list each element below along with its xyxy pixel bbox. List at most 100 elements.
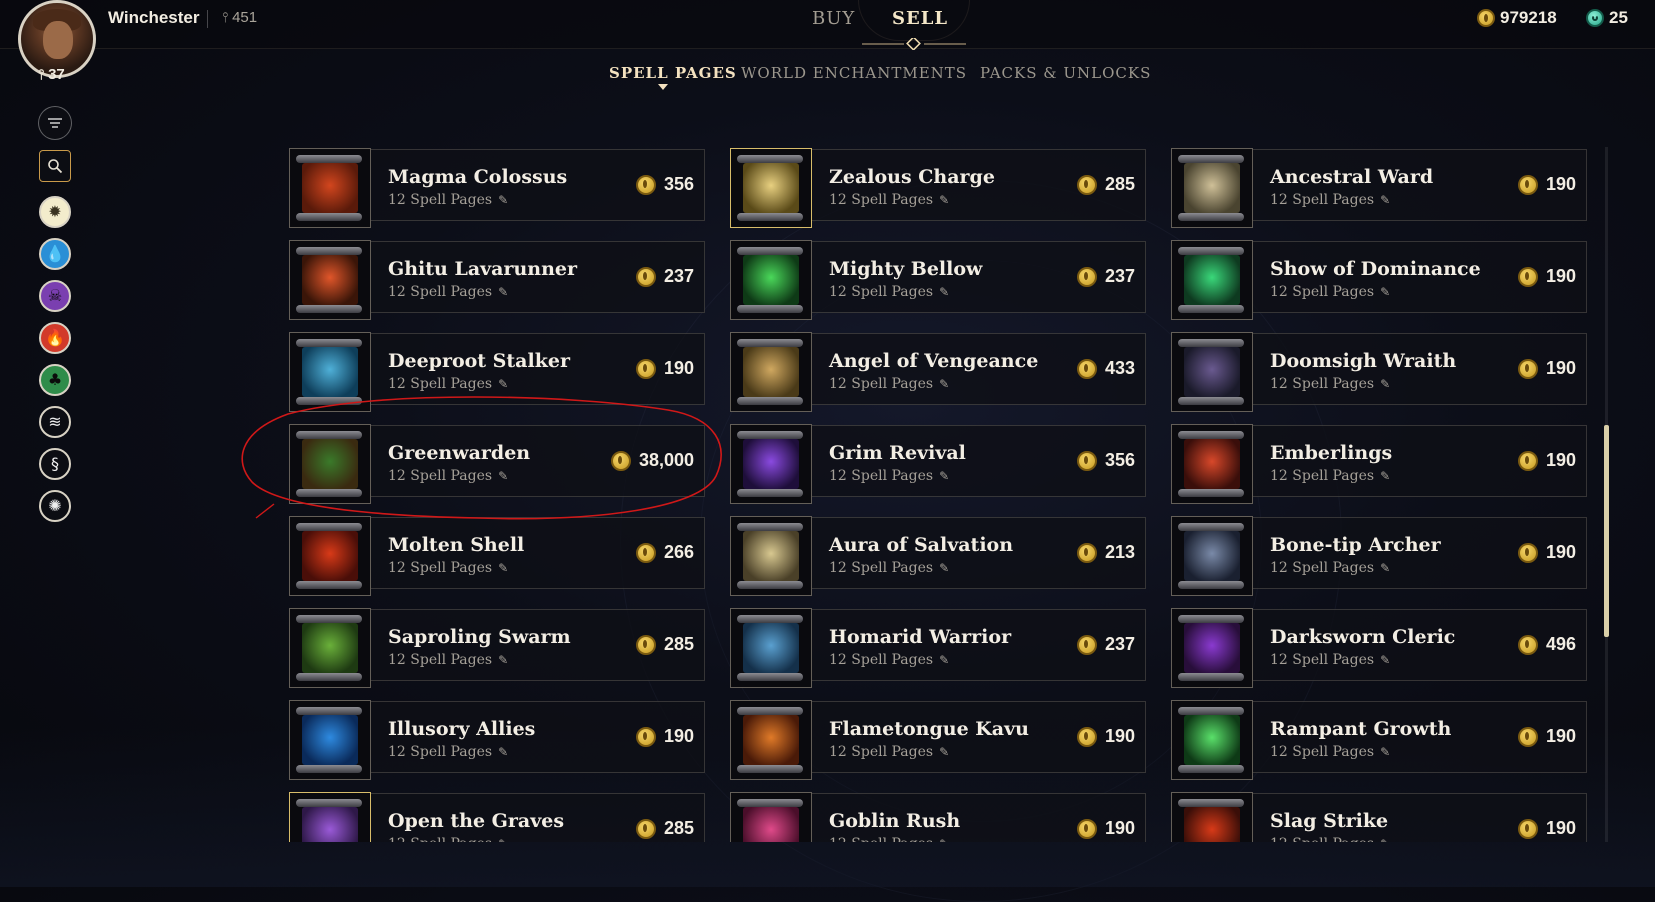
spell-card[interactable]: Aura of Salvation 12 Spell Pages ✎ 213 xyxy=(730,516,1146,596)
spell-card[interactable]: Bone-tip Archer 12 Spell Pages ✎ 190 xyxy=(1171,516,1587,596)
quill-icon: ✎ xyxy=(1380,285,1391,299)
spell-page-count: 12 Spell Pages xyxy=(388,468,493,484)
price-value: 38,000 xyxy=(638,450,694,470)
blue-mana-icon: 💧 xyxy=(45,244,65,263)
spell-price: 190 xyxy=(1517,450,1576,471)
spell-card[interactable]: Illusory Allies 12 Spell Pages ✎ 190 xyxy=(289,700,705,780)
quill-icon: ✎ xyxy=(939,837,949,842)
spell-subtitle: 12 Spell Pages ✎ xyxy=(1270,468,1390,484)
spell-thumbnail xyxy=(1171,608,1253,688)
price-value: 356 xyxy=(663,174,694,194)
spell-card[interactable]: Grim Revival 12 Spell Pages ✎ 356 xyxy=(730,424,1146,504)
spell-card[interactable]: Magma Colossus 12 Spell Pages ✎ 356 xyxy=(289,148,705,228)
spell-name: Open the Graves xyxy=(388,810,565,832)
spell-card[interactable]: Deeproot Stalker 12 Spell Pages ✎ 190 xyxy=(289,332,705,412)
active-tab-caret xyxy=(658,84,668,90)
spell-name: Zealous Charge xyxy=(829,166,995,188)
spell-card[interactable]: Show of Dominance 12 Spell Pages ✎ 190 xyxy=(1171,240,1587,320)
spell-card[interactable]: Mighty Bellow 12 Spell Pages ✎ 237 xyxy=(730,240,1146,320)
scroll-rod xyxy=(296,799,362,807)
gold-coin-icon xyxy=(635,634,656,655)
tab-packs-unlocks[interactable]: PACKS & UNLOCKS xyxy=(980,64,1151,82)
spell-card[interactable]: Goblin Rush 12 Spell Pages ✎ 190 xyxy=(730,792,1146,842)
spell-subtitle: 12 Spell Pages ✎ xyxy=(829,836,949,842)
spell-price: 285 xyxy=(635,818,694,839)
tab-buy[interactable]: BUY xyxy=(812,8,855,29)
spell-card[interactable]: Ancestral Ward 12 Spell Pages ✎ 190 xyxy=(1171,148,1587,228)
spell-thumbnail xyxy=(1171,240,1253,320)
spell-card[interactable]: Homarid Warrior 12 Spell Pages ✎ 237 xyxy=(730,608,1146,688)
gold-coin-icon xyxy=(1517,266,1538,287)
filter-black[interactable]: ☠ xyxy=(39,280,71,312)
spell-art xyxy=(1184,807,1240,842)
gold-coin-icon xyxy=(635,818,656,839)
level-icon: ⫯ xyxy=(38,66,45,82)
price-value: 496 xyxy=(1545,634,1576,654)
price-value: 190 xyxy=(1545,358,1576,378)
scroll-rod xyxy=(737,523,803,531)
filter-colorless[interactable]: ≋ xyxy=(39,406,71,438)
filter-white[interactable]: ✹ xyxy=(39,196,71,228)
price-value: 190 xyxy=(1545,450,1576,470)
spell-art xyxy=(302,255,358,305)
spell-card[interactable]: Molten Shell 12 Spell Pages ✎ 266 xyxy=(289,516,705,596)
filter-icon xyxy=(48,118,62,128)
spell-thumbnail xyxy=(730,700,812,780)
scroll-rod xyxy=(737,673,803,681)
filter-special[interactable]: ✺ xyxy=(39,490,71,522)
spell-subtitle: 12 Spell Pages ✎ xyxy=(829,284,949,300)
gem-icon xyxy=(1586,9,1604,27)
spell-page-count: 12 Spell Pages xyxy=(388,376,493,392)
spell-page-count: 12 Spell Pages xyxy=(388,652,493,668)
spell-card[interactable]: Rampant Growth 12 Spell Pages ✎ 190 xyxy=(1171,700,1587,780)
quill-icon: ✎ xyxy=(498,193,509,207)
scroll-rod xyxy=(737,431,803,439)
tab-sell[interactable]: SELL xyxy=(892,8,948,29)
scroll-rod xyxy=(1178,213,1244,221)
spell-art xyxy=(302,715,358,765)
spell-card[interactable]: Flametongue Kavu 12 Spell Pages ✎ 190 xyxy=(730,700,1146,780)
filter-blue[interactable]: 💧 xyxy=(39,238,71,270)
spell-card[interactable]: Open the Graves 12 Spell Pages ✎ 285 xyxy=(289,792,705,842)
spell-name: Deeproot Stalker xyxy=(388,350,570,372)
spell-name: Homarid Warrior xyxy=(829,626,1012,648)
header-divider xyxy=(207,10,208,28)
level-value: 37 xyxy=(48,66,65,83)
quill-icon: ✎ xyxy=(1380,377,1391,391)
price-value: 190 xyxy=(663,358,694,378)
quill-icon: ✎ xyxy=(1380,561,1391,575)
spell-card[interactable]: Darksworn Cleric 12 Spell Pages ✎ 496 xyxy=(1171,608,1587,688)
white-mana-icon: ✹ xyxy=(48,202,62,221)
spell-name: Slag Strike xyxy=(1270,810,1389,832)
spell-name: Bone-tip Archer xyxy=(1270,534,1441,556)
spell-page-count: 12 Spell Pages xyxy=(829,836,933,842)
scroll-thumb[interactable] xyxy=(1604,425,1609,637)
spell-card[interactable]: Emberlings 12 Spell Pages ✎ 190 xyxy=(1171,424,1587,504)
spell-thumbnail xyxy=(730,424,812,504)
quill-icon: ✎ xyxy=(1380,653,1391,667)
scroll-rod xyxy=(737,707,803,715)
filter-button[interactable] xyxy=(38,106,72,140)
scroll-rod xyxy=(296,673,362,681)
burst-icon: ✺ xyxy=(48,496,62,515)
spell-card[interactable]: Angel of Vengeance 12 Spell Pages ✎ 433 xyxy=(730,332,1146,412)
spell-thumbnail xyxy=(730,148,812,228)
scroll-rod xyxy=(296,765,362,773)
spell-page-count: 12 Spell Pages xyxy=(1270,744,1375,760)
spell-card[interactable]: Doomsigh Wraith 12 Spell Pages ✎ 190 xyxy=(1171,332,1587,412)
spell-card[interactable]: Slag Strike 12 Spell Pages ✎ 190 xyxy=(1171,792,1587,842)
filter-multicolor[interactable]: § xyxy=(39,448,71,480)
search-button[interactable] xyxy=(39,150,71,182)
spell-card[interactable]: Zealous Charge 12 Spell Pages ✎ 285 xyxy=(730,148,1146,228)
spell-card[interactable]: Saproling Swarm 12 Spell Pages ✎ 285 xyxy=(289,608,705,688)
spell-price: 190 xyxy=(1517,542,1576,563)
gold-value: 979218 xyxy=(1500,8,1557,27)
spell-name: Magma Colossus xyxy=(388,166,568,188)
tab-spell-pages[interactable]: SPELL PAGES xyxy=(609,64,737,82)
filter-red[interactable]: 🔥 xyxy=(39,322,71,354)
tab-world-enchantments[interactable]: WORLD ENCHANTMENTS xyxy=(741,64,967,82)
filter-green[interactable]: ♣ xyxy=(39,364,71,396)
spell-thumbnail xyxy=(1171,792,1253,842)
spell-card[interactable]: Ghitu Lavarunner 12 Spell Pages ✎ 237 xyxy=(289,240,705,320)
spell-card[interactable]: Greenwarden 12 Spell Pages ✎ 38,000 xyxy=(289,424,705,504)
